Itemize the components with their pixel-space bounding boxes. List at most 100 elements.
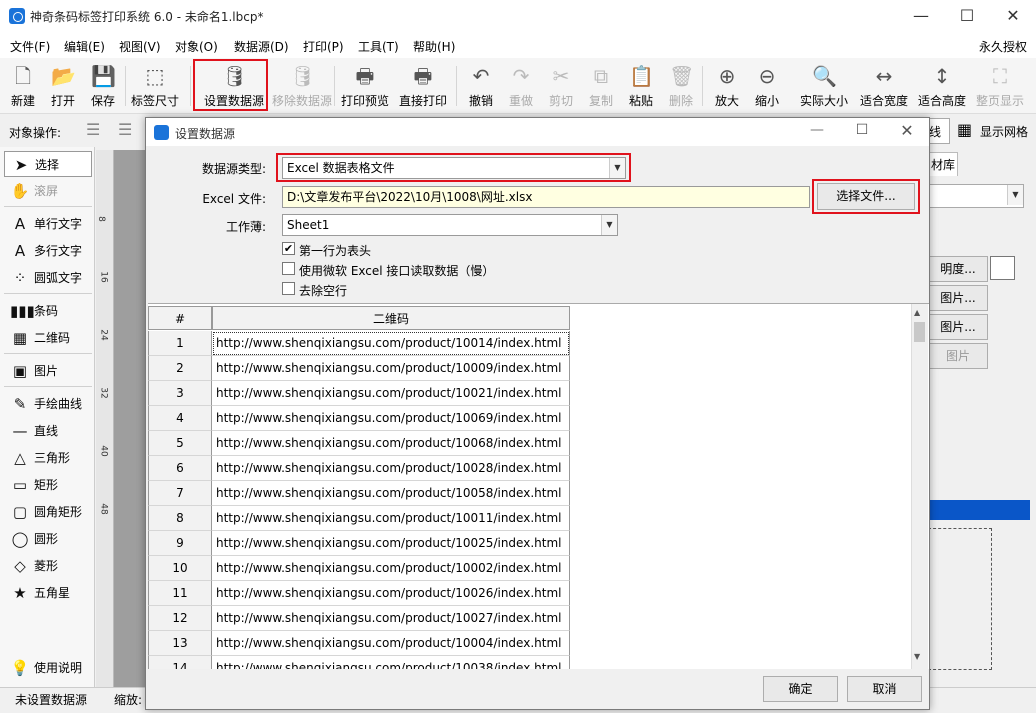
sidebar-tool-label: 使用说明	[34, 661, 83, 675]
maximize-icon[interactable]: ☐	[944, 0, 990, 32]
color-swatch[interactable]	[990, 256, 1015, 280]
panel-dropdown[interactable]: ▼	[928, 184, 1024, 208]
scroll-down-icon[interactable]: ▼	[914, 652, 924, 662]
minimize-icon[interactable]: —	[898, 0, 944, 32]
sidebar-tool-circle[interactable]: ◯ 圆形	[4, 526, 92, 552]
fit-height-icon: ↕	[933, 64, 951, 88]
sidebar-tool-arc-text[interactable]: ⁘ 圆弧文字	[4, 265, 92, 291]
grid-cell-url[interactable]: http://www.shenqixiangsu.com/product/100…	[212, 506, 570, 531]
toolbar-delete-button[interactable]: 🗑 删除	[656, 62, 706, 110]
sidebar-tool-line[interactable]: — 直线	[4, 418, 92, 444]
show-grid-label[interactable]: 显示网格	[980, 123, 1028, 140]
grid-cell-url[interactable]: http://www.shenqixiangsu.com/product/100…	[212, 581, 570, 606]
grid-row-index[interactable]: 2	[148, 356, 212, 381]
grid-row-index[interactable]: 9	[148, 531, 212, 556]
toolbar-zoom-out-button[interactable]: ⊖ 缩小	[742, 62, 792, 110]
sidebar-tool-rounded-rect[interactable]: ▢ 圆角矩形	[4, 499, 92, 525]
material-tab[interactable]: 材库	[928, 152, 958, 176]
grid-row-index[interactable]: 11	[148, 581, 212, 606]
grid-cell-url[interactable]: http://www.shenqixiangsu.com/product/100…	[212, 531, 570, 556]
sidebar-tool-barcode[interactable]: ▮▮▮ 条码	[4, 298, 92, 324]
sidebar-tool-pointer[interactable]: ➤ 选择	[4, 151, 92, 177]
grid-row-index[interactable]: 8	[148, 506, 212, 531]
layers-icon[interactable]: ☰	[86, 120, 106, 140]
sidebar-tool-single-text[interactable]: A 单行文字	[4, 211, 92, 237]
sidebar-tool-rectangle[interactable]: ▭ 矩形	[4, 472, 92, 498]
grid-cell-url[interactable]: http://www.shenqixiangsu.com/product/100…	[212, 456, 570, 481]
grid-row-index[interactable]: 6	[148, 456, 212, 481]
sidebar-tool-label: 矩形	[34, 478, 59, 492]
grid-header-index[interactable]: #	[148, 306, 212, 330]
menu-item-7[interactable]: 帮助(H)	[413, 38, 455, 55]
grid-cell-url[interactable]: http://www.shenqixiangsu.com/product/100…	[212, 356, 570, 381]
grid-scrollbar[interactable]	[911, 304, 928, 669]
toolbar-full-page-button[interactable]: ⛶ 整页显示	[964, 62, 1036, 110]
menu-item-2[interactable]: 视图(V)	[119, 38, 161, 55]
image-button-1[interactable]: 图片...	[928, 285, 988, 311]
dialog-minimize-icon[interactable]: —	[802, 122, 832, 142]
sidebar-tool-lightbulb[interactable]: 💡 使用说明	[4, 655, 92, 681]
image-button-3[interactable]: 图片	[928, 343, 988, 369]
cancel-button[interactable]: 取消	[847, 676, 922, 702]
grid-header-qrcode[interactable]: 二维码	[212, 306, 570, 330]
sidebar-tool-multi-text[interactable]: A 多行文字	[4, 238, 92, 264]
scroll-up-icon[interactable]: ▲	[914, 308, 924, 318]
menu-item-3[interactable]: 对象(O)	[175, 38, 218, 55]
workbook-select[interactable]: Sheet1 ▼	[282, 214, 618, 236]
grid-cell-url[interactable]: http://www.shenqixiangsu.com/product/100…	[212, 631, 570, 656]
grid-row-index[interactable]: 5	[148, 431, 212, 456]
arc-text-icon: ⁘	[13, 269, 27, 287]
grid-cell-url[interactable]: http://www.shenqixiangsu.com/product/100…	[212, 331, 570, 356]
grid-row-index[interactable]: 3	[148, 381, 212, 406]
toolbar-print-preview-button[interactable]: 🖶 打印预览	[340, 62, 390, 110]
grid-row-index[interactable]: 1	[148, 331, 212, 356]
grid-cell-url[interactable]: http://www.shenqixiangsu.com/product/100…	[212, 606, 570, 631]
layer-down-icon[interactable]: ☰	[118, 120, 138, 140]
grid-cell-url[interactable]: http://www.shenqixiangsu.com/product/100…	[212, 431, 570, 456]
toolbar-printer-button[interactable]: 🖶 直接打印	[398, 62, 448, 110]
source-type-select[interactable]: Excel 数据表格文件 ▼	[282, 157, 626, 179]
grid-cell-url[interactable]: http://www.shenqixiangsu.com/product/100…	[212, 381, 570, 406]
remove-empty-rows-checkbox[interactable]	[282, 282, 295, 295]
sidebar-tool-diamond[interactable]: ◇ 菱形	[4, 553, 92, 579]
grid-row-index[interactable]: 14	[148, 656, 212, 669]
ms-excel-interface-checkbox[interactable]	[282, 262, 295, 275]
data-grid[interactable]: # 二维码 1 http://www.shenqixiangsu.com/prod…	[148, 303, 929, 669]
grid-row-index[interactable]: 10	[148, 556, 212, 581]
menu-item-1[interactable]: 编辑(E)	[64, 38, 105, 55]
dialog-close-icon[interactable]: ✕	[892, 121, 922, 141]
menu-item-4[interactable]: 数据源(D)	[234, 38, 289, 55]
close-icon[interactable]: ✕	[990, 0, 1036, 32]
grid-cell-url[interactable]: http://www.shenqixiangsu.com/product/100…	[212, 481, 570, 506]
excel-file-path-field[interactable]: D:\文章发布平台\2022\10月\1008\网址.xlsx	[282, 186, 810, 208]
sidebar-tool-qrcode[interactable]: ▦ 二维码	[4, 325, 92, 351]
first-row-header-checkbox[interactable]: ✔	[282, 242, 295, 255]
sidebar-tool-star[interactable]: ★ 五角星	[4, 580, 92, 606]
grid-cell-url[interactable]: http://www.shenqixiangsu.com/product/100…	[212, 556, 570, 581]
dialog-maximize-icon[interactable]: ☐	[847, 122, 877, 142]
grid-row-index[interactable]: 4	[148, 406, 212, 431]
sidebar-tool-image[interactable]: ▣ 图片	[4, 358, 92, 384]
image-button-2[interactable]: 图片...	[928, 314, 988, 340]
menu-item-5[interactable]: 打印(P)	[303, 38, 344, 55]
grid-row-index[interactable]: 12	[148, 606, 212, 631]
sidebar-tool-hand[interactable]: ✋ 滚屏	[4, 178, 92, 204]
toolbar-save-button[interactable]: 💾 保存	[78, 62, 128, 110]
toolbar-label-size-button[interactable]: ⬚ 标签尺寸	[130, 62, 180, 110]
grid-row-index[interactable]: 7	[148, 481, 212, 506]
menu-item-6[interactable]: 工具(T)	[358, 38, 399, 55]
sidebar-tool-pen[interactable]: ✎ 手绘曲线	[4, 391, 92, 417]
chevron-down-icon: ▼	[609, 158, 625, 178]
grid-cell-url[interactable]: http://www.shenqixiangsu.com/product/100…	[212, 406, 570, 431]
grid-cell-url[interactable]: http://www.shenqixiangsu.com/product/100…	[212, 656, 570, 669]
choose-file-button[interactable]: 选择文件...	[817, 183, 915, 210]
opacity-button[interactable]: 明度...	[928, 256, 988, 282]
sidebar-tool-triangle[interactable]: △ 三角形	[4, 445, 92, 471]
menu-item-0[interactable]: 文件(F)	[10, 38, 50, 55]
toolbar-remove-database-button[interactable]: 🛢 移除数据源	[266, 62, 338, 110]
grid-row-index[interactable]: 13	[148, 631, 212, 656]
guide-line-toggle[interactable]: 线	[928, 118, 950, 144]
scroll-thumb[interactable]	[914, 322, 925, 342]
rectangle-icon: ▭	[12, 476, 28, 494]
ok-button[interactable]: 确定	[763, 676, 838, 702]
